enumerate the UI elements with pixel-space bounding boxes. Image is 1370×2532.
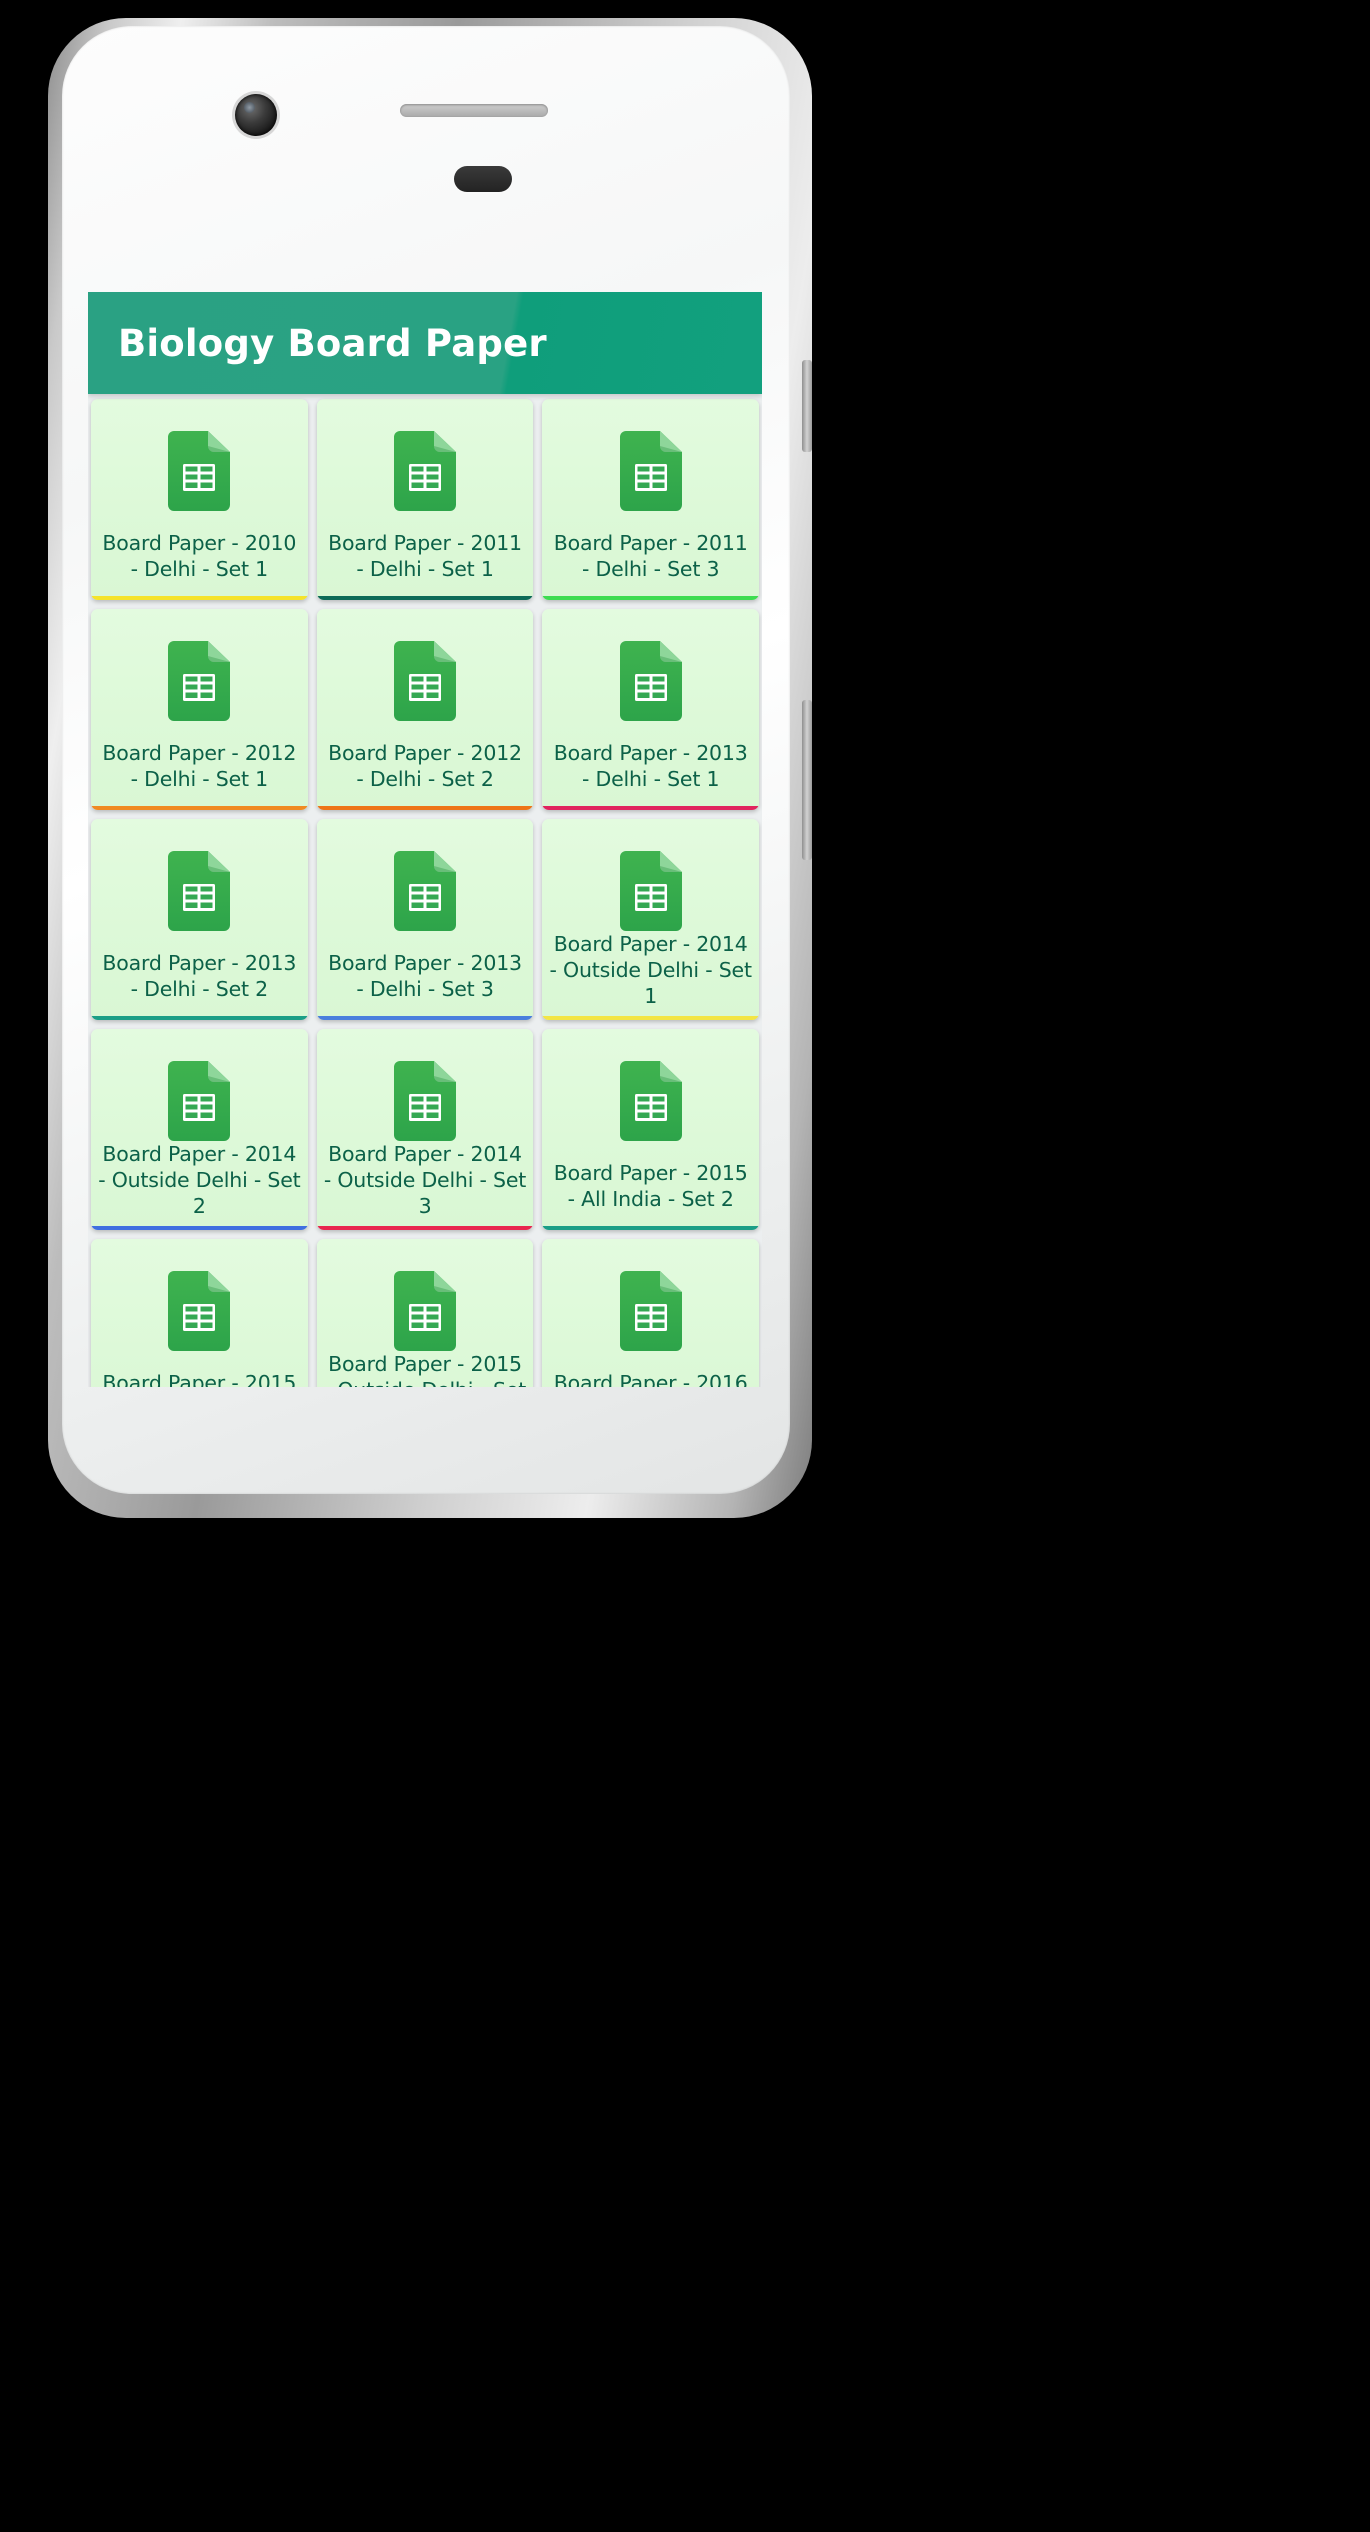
board-paper-card-label: Board Paper - 2011 - Delhi - Set 1 — [328, 530, 522, 581]
card-accent-bar — [316, 806, 534, 810]
board-paper-card-label: Board Paper - 2010 - Delhi - Set 1 — [102, 530, 297, 581]
card-accent-bar — [542, 596, 759, 600]
board-paper-card[interactable]: Board Paper - 2013 - Delhi - Set 1 — [542, 609, 759, 810]
google-sheets-icon — [393, 641, 456, 721]
board-paper-card-label: Board Paper - 2014 - Outside Delhi - Set… — [323, 1142, 527, 1219]
board-paper-card-label: Board Paper - 2014 - Outside Delhi - Set… — [98, 1142, 301, 1219]
card-accent-bar — [91, 1226, 308, 1230]
card-accent-bar — [316, 596, 534, 600]
board-paper-card[interactable]: Board Paper - 2010 - Delhi - Set 1 — [91, 399, 308, 600]
board-paper-card-label: Board Paper - 2013 - Delhi - Set 2 — [102, 950, 297, 1001]
google-sheets-icon — [619, 641, 682, 721]
google-sheets-icon — [393, 1061, 456, 1141]
board-paper-card-label: Board Paper - 2012 - Delhi - Set 1 — [102, 740, 297, 791]
board-paper-card[interactable]: Board Paper - 2015 - Outside Delhi - Set… — [316, 1239, 534, 1387]
board-paper-card[interactable]: Board Paper - 2016 - All India - Set 1 — [542, 1239, 759, 1387]
board-paper-card[interactable]: Board Paper - 2013 - Delhi - Set 2 — [91, 819, 308, 1020]
card-accent-bar — [542, 1016, 759, 1020]
google-sheets-icon — [168, 851, 231, 931]
phone-screen: Biology Board Paper Board Paper - 2010 -… — [88, 292, 762, 1387]
proximity-sensor-icon — [454, 166, 512, 192]
card-accent-bar — [316, 1016, 534, 1020]
board-paper-card-label: Board Paper - 2011 - Delhi - Set 3 — [553, 530, 748, 581]
board-paper-card-label: Board Paper - 2014 - Outside Delhi - Set… — [549, 932, 752, 1009]
front-camera-lens-icon — [244, 102, 255, 113]
board-paper-card-label: Board Paper - 2015 - Outside Delhi - Set… — [324, 1352, 526, 1387]
card-accent-bar — [542, 1226, 759, 1230]
board-paper-grid: Board Paper - 2010 - Delhi - Set 1 Board… — [88, 394, 762, 1387]
front-camera-icon — [235, 94, 277, 136]
board-paper-card-label: Board Paper - 2013 - Delhi - Set 1 — [553, 740, 748, 791]
card-accent-bar — [91, 1016, 308, 1020]
board-paper-card-label: Board Paper - 2013 - Delhi - Set 3 — [328, 950, 522, 1001]
volume-button[interactable] — [802, 700, 812, 860]
board-paper-card[interactable]: Board Paper - 2012 - Delhi - Set 1 — [91, 609, 308, 810]
google-sheets-icon — [168, 1061, 231, 1141]
google-sheets-icon — [168, 431, 231, 511]
board-paper-card[interactable]: Board Paper - 2014 - Outside Delhi - Set… — [91, 1029, 308, 1230]
board-paper-card[interactable]: Board Paper - 2015 - All India - Set 2 — [542, 1029, 759, 1230]
board-paper-card[interactable]: Board Paper - 2014 - Outside Delhi - Set… — [542, 819, 759, 1020]
board-paper-card-label: Board Paper - 2015 - All India - Set 3 — [102, 1370, 297, 1387]
board-paper-card[interactable]: Board Paper - 2011 - Delhi - Set 1 — [316, 399, 534, 600]
google-sheets-icon — [168, 1271, 231, 1351]
board-paper-card-label: Board Paper - 2016 - All India - Set 1 — [553, 1370, 748, 1387]
google-sheets-icon — [619, 1271, 682, 1351]
board-paper-card-label: Board Paper - 2015 - All India - Set 2 — [553, 1160, 748, 1211]
google-sheets-icon — [393, 1271, 456, 1351]
board-paper-card[interactable]: Board Paper - 2015 - All India - Set 3 — [91, 1239, 308, 1387]
earpiece-speaker-icon — [400, 104, 548, 117]
power-button[interactable] — [802, 360, 812, 452]
board-paper-card-label: Board Paper - 2012 - Delhi - Set 2 — [328, 740, 522, 791]
card-accent-bar — [91, 596, 308, 600]
card-accent-bar — [316, 1226, 534, 1230]
google-sheets-icon — [393, 431, 456, 511]
google-sheets-icon — [619, 431, 682, 511]
google-sheets-icon — [393, 851, 456, 931]
board-paper-card[interactable]: Board Paper - 2013 - Delhi - Set 3 — [316, 819, 534, 1020]
card-accent-bar — [542, 806, 759, 810]
google-sheets-icon — [168, 641, 231, 721]
card-accent-bar — [91, 806, 308, 810]
google-sheets-icon — [619, 851, 682, 931]
google-sheets-icon — [619, 1061, 682, 1141]
board-paper-card[interactable]: Board Paper - 2012 - Delhi - Set 2 — [316, 609, 534, 810]
page-title: Biology Board Paper — [118, 321, 547, 365]
board-paper-card[interactable]: Board Paper - 2011 - Delhi - Set 3 — [542, 399, 759, 600]
app-bar: Biology Board Paper — [88, 292, 762, 394]
board-paper-card[interactable]: Board Paper - 2014 - Outside Delhi - Set… — [316, 1029, 534, 1230]
